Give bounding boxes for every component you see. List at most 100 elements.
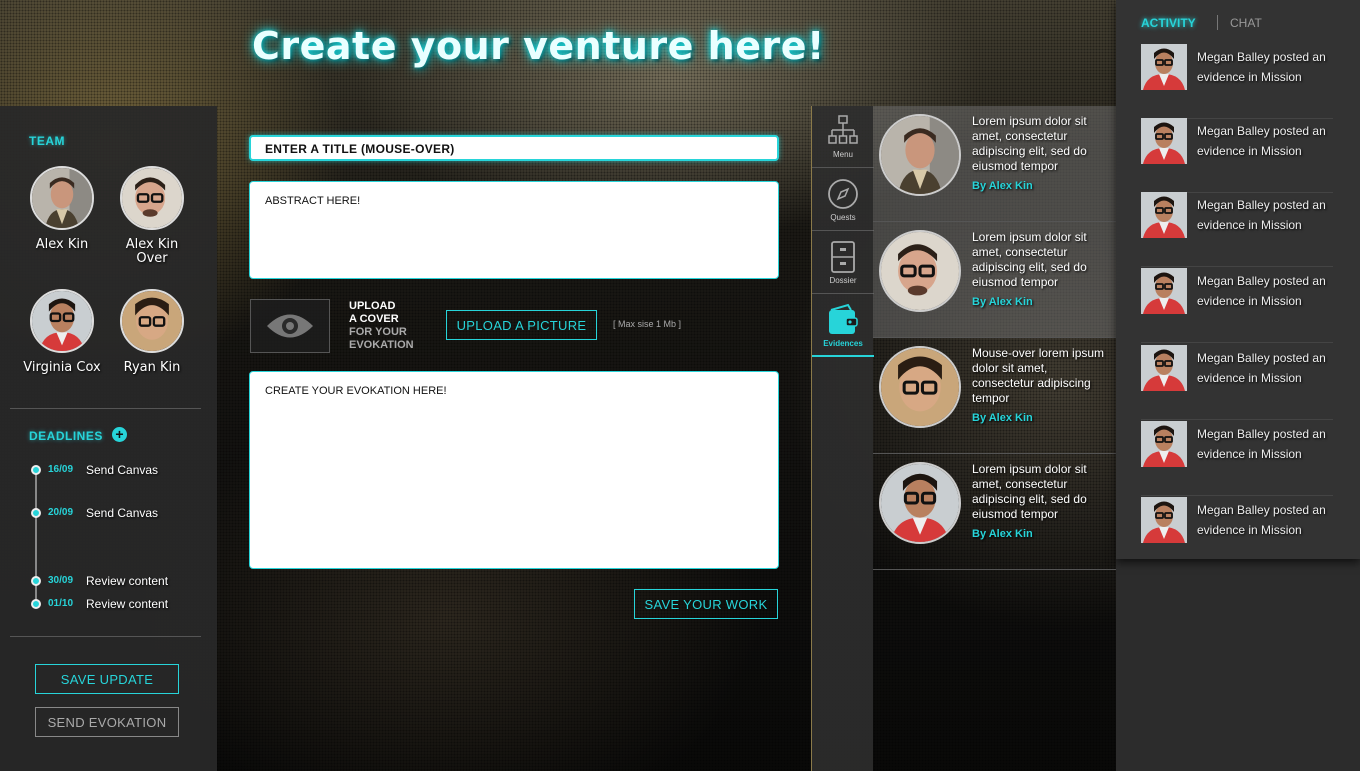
deadline-date: 30/09 [48,575,74,586]
activity-text: Megan Balley posted an evidence in Missi… [1197,274,1326,308]
avatar [120,166,184,230]
evidence-item[interactable]: Mouse-over lorem ipsum dolor sit amet, c… [873,338,1116,454]
evidence-text: Lorem ipsum dolor sit amet, consectetur … [972,462,1107,542]
divider [10,636,201,637]
activity-item[interactable]: Megan Balley posted an evidence in Missi… [1141,421,1333,496]
activity-thumbnail [1141,268,1187,314]
cover-text-line: EVOKATION [349,339,414,351]
deadline-label: Review content [86,597,169,611]
menu-label: Evidences [823,339,863,348]
activity-thumbnail [1141,44,1187,90]
menu-item-dossier[interactable]: Dossier [812,232,874,294]
evidence-description: Mouse-over lorem ipsum dolor sit amet, c… [972,346,1105,405]
evidence-thumbnail [879,462,961,544]
divider [10,408,201,409]
side-menu: Menu Quests Dossier Evidences [811,106,874,771]
activity-feed: ACTIVITY CHAT Megan Balley posted an evi… [1116,0,1360,559]
evidence-description: Lorem ipsum dolor sit amet, consectetur … [972,230,1087,289]
evidence-list: Lorem ipsum dolor sit amet, consectetur … [873,106,1116,771]
evidence-thumbnail [879,114,961,196]
activity-item[interactable]: Megan Balley posted an evidence in Missi… [1141,345,1333,420]
activity-text: Megan Balley posted an evidence in Missi… [1197,124,1326,158]
activity-item[interactable]: Megan Balley posted an evidence in Missi… [1141,118,1333,193]
activity-panel: ACTIVITY CHAT Megan Balley posted an evi… [1116,0,1360,771]
timeline-dot [31,465,41,475]
deadline-date: 20/09 [48,507,74,518]
timeline-dot [31,599,41,609]
activity-item[interactable]: Megan Balley posted an evidence in Missi… [1141,497,1333,572]
activity-text: Megan Balley posted an evidence in Missi… [1197,50,1326,84]
activity-thumbnail [1141,345,1187,391]
save-work-button[interactable]: SAVE YOUR WORK [634,589,778,619]
activity-thumbnail [1141,192,1187,238]
upload-picture-button[interactable]: UPLOAD A PICTURE [446,310,597,340]
evidence-text: Lorem ipsum dolor sit amet, consectetur … [972,230,1107,310]
timeline-dot [31,508,41,518]
activity-thumbnail [1141,421,1187,467]
activity-text: Megan Balley posted an evidence in Missi… [1197,351,1326,385]
evidence-item[interactable]: Lorem ipsum dolor sit amet, consectetur … [873,222,1116,338]
tab-activity[interactable]: ACTIVITY [1141,16,1196,30]
deadline-label: Send Canvas [86,463,159,477]
member-name: Alex Kin [35,237,89,252]
activity-text: Megan Balley posted an evidence in Missi… [1197,427,1326,461]
team-member[interactable]: Alex Kin [22,166,102,252]
activity-item[interactable]: Megan Balley posted an evidence in Missi… [1141,192,1333,267]
left-sidebar: TEAM Alex Kin Alex Kin Over Virginia Cox… [0,106,217,771]
menu-item-menu[interactable]: Menu [812,106,874,168]
evokation-field[interactable]: CREATE YOUR EVOKATION HERE! [249,371,779,569]
cover-text-line: A COVER [349,313,399,325]
activity-text: Megan Balley posted an evidence in Missi… [1197,503,1326,537]
evidence-description: Lorem ipsum dolor sit amet, consectetur … [972,462,1087,521]
evidence-author[interactable]: By Alex Kin [972,295,1107,310]
cover-preview[interactable] [250,299,330,353]
tab-chat[interactable]: CHAT [1230,16,1262,30]
sitemap-icon [828,115,858,144]
abstract-field[interactable]: ABSTRACT HERE! [249,181,779,279]
evidence-author[interactable]: By Alex Kin [972,179,1107,194]
title-input[interactable]: ENTER A TITLE (MOUSE-OVER) [249,135,779,161]
evidence-author[interactable]: By Alex Kin [972,411,1107,426]
eye-icon [267,314,313,338]
activity-item[interactable]: Megan Balley posted an evidence in Missi… [1141,268,1333,343]
cover-text-line: FOR YOUR [349,326,407,338]
send-evokation-button[interactable]: SEND EVOKATION [35,707,179,737]
save-update-button[interactable]: SAVE UPDATE [35,664,179,694]
deadline-date: 16/09 [48,464,74,475]
deadline-label: Review content [86,574,169,588]
team-member[interactable]: Virginia Cox [22,289,102,375]
evidence-description: Lorem ipsum dolor sit amet, consectetur … [972,114,1087,173]
page-title: Create your venture here! [252,24,825,68]
cover-text-line: UPLOAD [349,300,396,312]
compass-icon [828,179,858,209]
evidence-text: Lorem ipsum dolor sit amet, consectetur … [972,114,1107,194]
evidence-text: Mouse-over lorem ipsum dolor sit amet, c… [972,346,1107,426]
evidence-thumbnail [879,346,961,428]
deadlines-title: DEADLINES [29,429,103,443]
cabinet-icon [831,241,855,273]
menu-item-evidences[interactable]: Evidences [812,295,874,357]
avatar [30,289,94,353]
activity-item[interactable]: Megan Balley posted an evidence in Missi… [1141,44,1333,119]
menu-label: Dossier [829,276,857,285]
activity-thumbnail [1141,497,1187,543]
header: Create your venture here! [0,0,1116,106]
avatar [120,289,184,353]
member-name: Ryan Kin [123,360,181,375]
team-member[interactable]: Alex Kin Over [112,166,192,266]
plus-circle-icon[interactable]: + [112,427,127,442]
menu-label: Quests [830,213,856,222]
max-size-note: [ Max sise 1 Mb ] [613,319,682,329]
evidence-item[interactable]: Lorem ipsum dolor sit amet, consectetur … [873,106,1116,222]
evidence-author[interactable]: By Alex Kin [972,527,1107,542]
wallet-icon [829,303,858,334]
member-name: Virginia Cox [23,360,101,375]
team-member[interactable]: Ryan Kin [112,289,192,375]
activity-thumbnail [1141,118,1187,164]
deadline-label: Send Canvas [86,506,159,520]
evidence-thumbnail [879,230,961,312]
avatar [30,166,94,230]
evidence-item[interactable]: Lorem ipsum dolor sit amet, consectetur … [873,454,1116,570]
menu-label: Menu [832,150,853,159]
menu-item-quests[interactable]: Quests [812,169,874,231]
